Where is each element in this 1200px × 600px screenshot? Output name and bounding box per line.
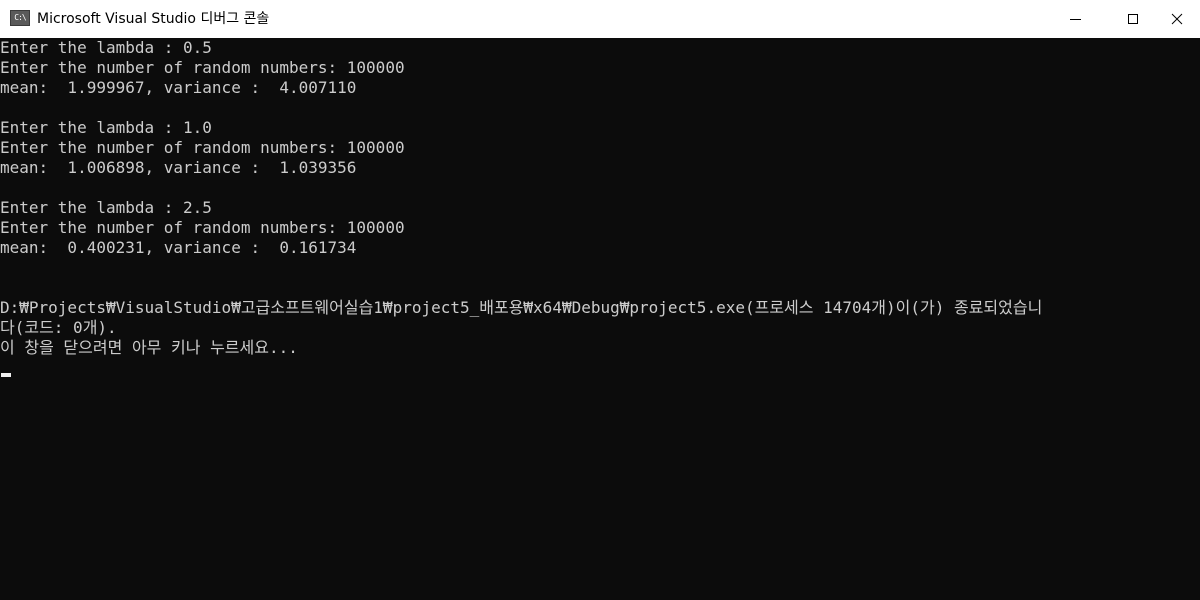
close-button[interactable]	[1154, 0, 1200, 38]
maximize-button[interactable]	[1110, 0, 1156, 38]
console-output[interactable]: Enter the lambda : 0.5 Enter the number …	[0, 38, 1200, 600]
title-bar[interactable]: C:\ Microsoft Visual Studio 디버그 콘솔	[0, 0, 1200, 38]
close-icon	[1171, 13, 1183, 25]
console-line: mean: 1.006898, variance : 1.039356	[0, 158, 357, 177]
console-line: Enter the lambda : 2.5	[0, 198, 212, 217]
console-line: Enter the lambda : 1.0	[0, 118, 212, 137]
console-line: mean: 0.400231, variance : 0.161734	[0, 238, 357, 257]
console-line: 다(코드: 0개).	[0, 318, 117, 337]
console-window: C:\ Microsoft Visual Studio 디버그 콘솔 Enter…	[0, 0, 1200, 600]
console-line: D:₩Projects₩VisualStudio₩고급소프트웨어실습1₩proj…	[0, 298, 1043, 317]
maximize-icon	[1128, 14, 1138, 24]
console-line: Enter the number of random numbers: 1000…	[0, 138, 405, 157]
window-title: Microsoft Visual Studio 디버그 콘솔	[37, 11, 270, 27]
console-line: mean: 1.999967, variance : 4.007110	[0, 78, 357, 97]
minimize-icon	[1069, 18, 1081, 20]
console-app-icon[interactable]: C:\	[10, 10, 30, 26]
text-cursor	[1, 373, 11, 377]
console-line: Enter the lambda : 0.5	[0, 38, 212, 57]
minimize-button[interactable]	[1052, 0, 1098, 38]
console-line: 이 창을 닫으려면 아무 키나 누르세요...	[0, 338, 298, 357]
console-line: Enter the number of random numbers: 1000…	[0, 218, 405, 237]
console-line: Enter the number of random numbers: 1000…	[0, 58, 405, 77]
